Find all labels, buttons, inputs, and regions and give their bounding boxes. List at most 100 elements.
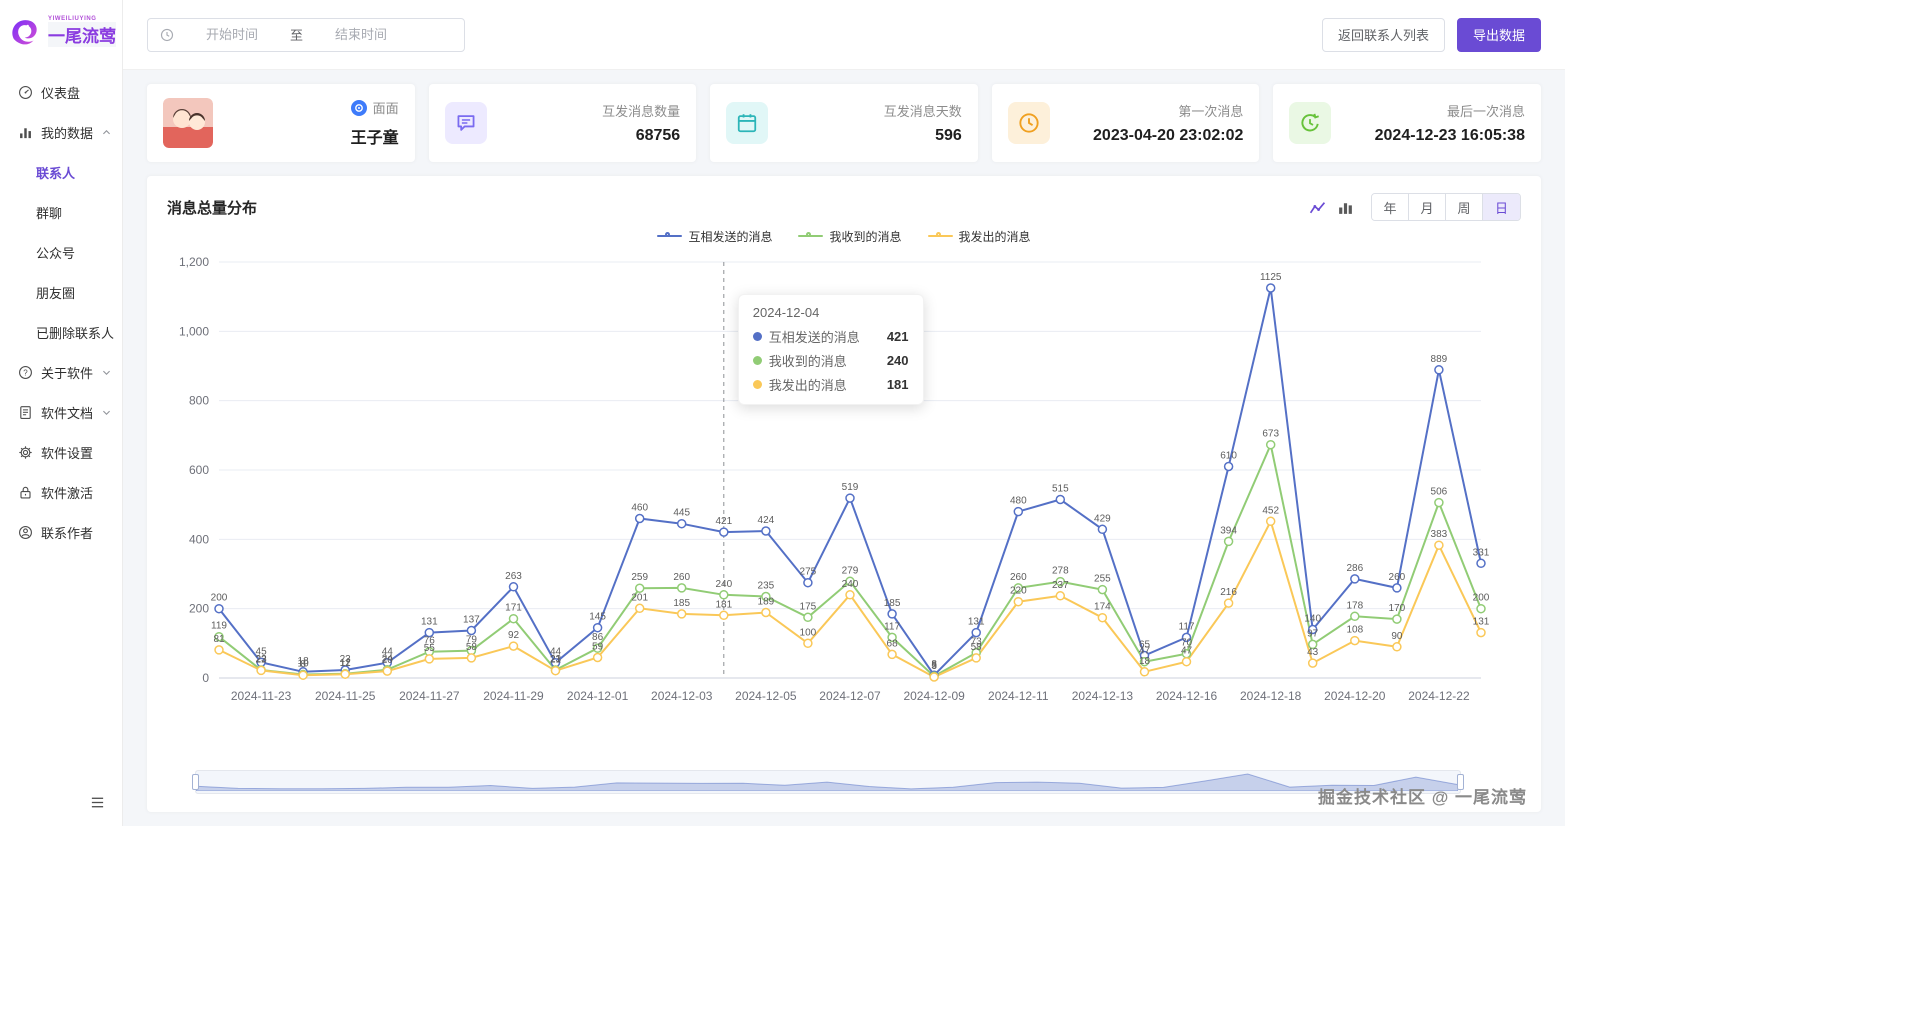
back-to-contacts-button[interactable]: 返回联系人列表 (1322, 18, 1445, 52)
svg-text:383: 383 (1431, 529, 1448, 540)
chart-plot-area[interactable]: 02004006008001,0001,2002024-11-232024-11… (167, 248, 1521, 708)
svg-text:394: 394 (1220, 525, 1237, 536)
svg-text:1,200: 1,200 (179, 255, 209, 269)
start-date-input[interactable] (180, 27, 284, 42)
legend-item-received-messages[interactable]: 我收到的消息 (798, 228, 901, 245)
bar-chart-icon (1337, 199, 1354, 216)
svg-text:2024-12-11: 2024-12-11 (988, 689, 1049, 703)
svg-text:100: 100 (800, 627, 817, 638)
svg-text:97: 97 (1307, 628, 1319, 639)
sidebar-item-official-accounts[interactable]: 公众号 (0, 232, 122, 272)
stat-title: 第一次消息 (1178, 101, 1243, 120)
svg-text:145: 145 (589, 612, 606, 623)
chevron-down-icon (101, 407, 112, 418)
svg-text:216: 216 (1220, 587, 1237, 598)
sidebar-item-label: 朋友圈 (36, 283, 75, 302)
svg-text:889: 889 (1431, 354, 1448, 365)
svg-text:445: 445 (673, 508, 690, 519)
datazoom-right-handle[interactable] (1457, 774, 1464, 790)
sidebar-item-settings[interactable]: 软件设置 (0, 432, 122, 472)
svg-text:220: 220 (1010, 586, 1027, 597)
sidebar-group-my-data[interactable]: 我的数据 (0, 112, 122, 152)
period-day-button[interactable]: 日 (1483, 194, 1520, 220)
svg-text:800: 800 (189, 394, 209, 408)
svg-text:2024-12-13: 2024-12-13 (1072, 689, 1134, 703)
chart-header: 消息总量分布 年 月 周 日 (167, 190, 1521, 224)
svg-text:2024-12-01: 2024-12-01 (567, 689, 629, 703)
svg-text:171: 171 (505, 603, 522, 614)
refresh-clock-icon (1299, 112, 1321, 134)
svg-text:175: 175 (800, 601, 817, 612)
svg-text:90: 90 (1391, 631, 1403, 642)
svg-text:18: 18 (1139, 656, 1151, 667)
legend-item-sent-messages[interactable]: 我发出的消息 (928, 228, 1031, 245)
document-icon (18, 405, 33, 420)
svg-text:400: 400 (189, 532, 209, 546)
svg-text:2024-12-05: 2024-12-05 (735, 689, 797, 703)
app-logo[interactable]: YIWEILIUYING 一尾流莺 (0, 0, 122, 58)
chart-controls: 年 月 周 日 (1307, 193, 1521, 221)
svg-text:47: 47 (1181, 646, 1193, 657)
svg-text:1,000: 1,000 (179, 324, 209, 338)
main-area: 至 返回联系人列表 导出数据 (123, 0, 1565, 826)
period-week-button[interactable]: 周 (1446, 194, 1483, 220)
date-range-picker[interactable]: 至 (147, 18, 465, 52)
stat-title: 互发消息天数 (884, 101, 962, 120)
svg-text:600: 600 (189, 463, 209, 477)
stat-card-message-days: 互发消息天数 596 (710, 84, 978, 162)
logo-title: 一尾流莺 (48, 22, 116, 47)
svg-text:255: 255 (1094, 574, 1111, 585)
sidebar-item-dashboard[interactable]: 仪表盘 (0, 72, 122, 112)
svg-text:81: 81 (213, 634, 225, 645)
period-month-button[interactable]: 月 (1409, 194, 1446, 220)
bar-chart-toggle[interactable] (1335, 197, 1356, 218)
export-data-button[interactable]: 导出数据 (1457, 18, 1541, 52)
end-date-input[interactable] (309, 27, 413, 42)
stat-value: 68756 (636, 127, 681, 145)
svg-text:140: 140 (1304, 614, 1321, 625)
sidebar-group-docs[interactable]: 软件文档 (0, 392, 122, 432)
sidebar: YIWEILIUYING 一尾流莺 仪表盘 我的数据 联系人 群聊 公众号 (0, 0, 123, 826)
svg-text:240: 240 (715, 579, 732, 590)
bar-chart-icon (18, 125, 33, 140)
sidebar-collapse-button[interactable] (90, 795, 105, 810)
contact-card: 面面 王子童 (147, 84, 415, 162)
sidebar-group-about[interactable]: ? 关于软件 (0, 352, 122, 392)
sidebar-item-label: 联系作者 (41, 523, 93, 542)
datazoom-slider[interactable] (195, 770, 1461, 794)
sidebar-item-deleted-contacts[interactable]: 已删除联系人 (0, 312, 122, 352)
period-year-button[interactable]: 年 (1372, 194, 1409, 220)
legend-item-mutual-messages[interactable]: 互相发送的消息 (657, 228, 772, 245)
stats-row: 面面 王子童 互发消息数量 68756 互发消息天数 (147, 84, 1541, 162)
message-icon (455, 112, 477, 134)
legend-label: 我发出的消息 (959, 228, 1031, 245)
svg-text:22: 22 (256, 654, 268, 665)
sidebar-item-activation[interactable]: 软件激活 (0, 472, 122, 512)
svg-text:260: 260 (673, 572, 690, 583)
svg-text:92: 92 (508, 630, 520, 641)
svg-text:201: 201 (631, 592, 648, 603)
sidebar-item-contact-author[interactable]: 联系作者 (0, 512, 122, 552)
svg-text:137: 137 (463, 615, 480, 626)
contact-avatar (163, 98, 213, 148)
legend-marker (798, 235, 823, 237)
sidebar-item-label: 软件设置 (41, 443, 93, 462)
svg-text:185: 185 (884, 598, 901, 609)
svg-text:673: 673 (1262, 429, 1279, 440)
svg-text:0: 0 (202, 671, 209, 685)
lock-icon (18, 485, 33, 500)
contact-name: 王子童 (351, 124, 399, 148)
stat-card-message-count: 互发消息数量 68756 (429, 84, 697, 162)
svg-text:452: 452 (1262, 505, 1279, 516)
clock-icon (160, 28, 174, 42)
date-range-separator: 至 (290, 25, 303, 44)
svg-text:2024-12-18: 2024-12-18 (1240, 689, 1302, 703)
sidebar-item-group-chats[interactable]: 群聊 (0, 192, 122, 232)
svg-text:506: 506 (1431, 487, 1448, 498)
sidebar-item-moments[interactable]: 朋友圈 (0, 272, 122, 312)
datazoom-left-handle[interactable] (192, 774, 199, 790)
svg-text:279: 279 (842, 565, 859, 576)
sidebar-item-contacts[interactable]: 联系人 (0, 152, 122, 192)
svg-text:189: 189 (758, 597, 775, 608)
line-chart-toggle[interactable] (1307, 197, 1328, 218)
